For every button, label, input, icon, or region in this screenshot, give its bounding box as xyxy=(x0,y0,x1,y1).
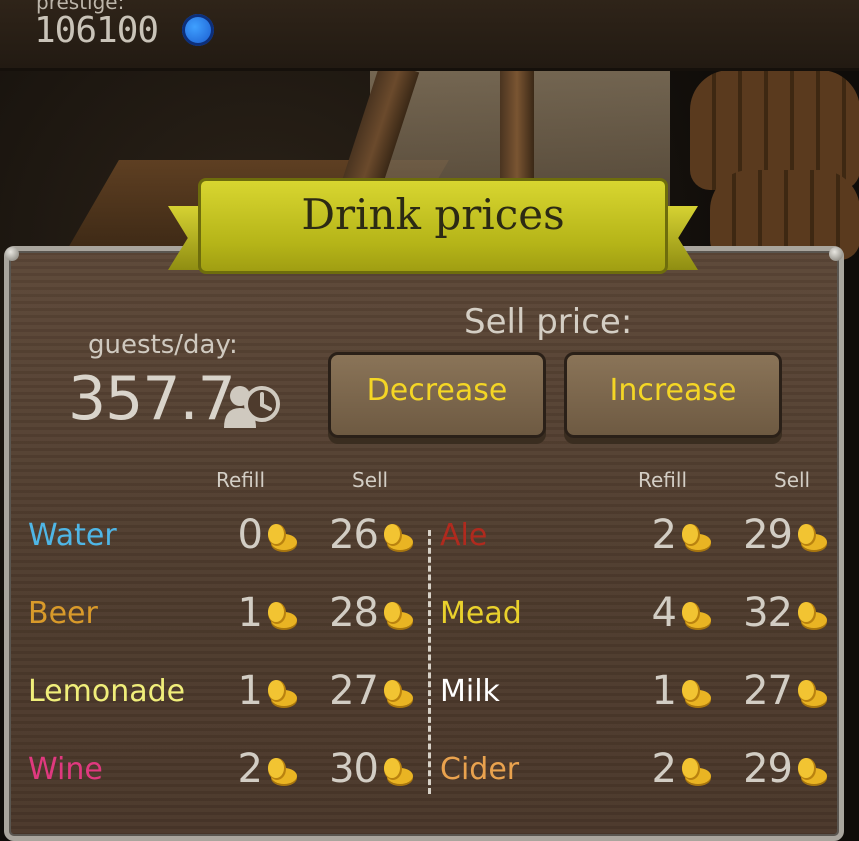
gold-coins-icon xyxy=(384,680,413,708)
refill-price-lemonade: 1 xyxy=(237,668,263,714)
gold-coins-icon xyxy=(682,524,711,552)
guests-per-day-label: guests/day: xyxy=(88,330,238,360)
drink-name-cider: Cider xyxy=(440,752,520,787)
decrease-price-button[interactable]: Decrease xyxy=(328,352,546,438)
refill-price-ale: 2 xyxy=(651,512,677,558)
refill-price-cider: 2 xyxy=(651,746,677,792)
refill-price-wine: 2 xyxy=(237,746,263,792)
left-sell-header: Sell xyxy=(352,468,389,492)
rivet xyxy=(5,247,19,261)
gold-coins-icon xyxy=(798,680,827,708)
title-banner: Drink prices xyxy=(168,178,698,282)
left-refill-header: Refill xyxy=(216,468,266,492)
gold-coins-icon xyxy=(268,602,297,630)
gold-coins-icon xyxy=(268,758,297,786)
drink-name-water: Water xyxy=(28,518,117,553)
refill-price-water: 0 xyxy=(237,512,263,558)
gold-coins-icon xyxy=(798,524,827,552)
column-divider xyxy=(428,530,431,794)
drink-name-beer: Beer xyxy=(28,596,98,631)
increase-price-button[interactable]: Increase xyxy=(564,352,782,438)
sell-price-water: 26 xyxy=(329,512,379,558)
drink-name-wine: Wine xyxy=(28,752,103,787)
prestige-value: 106100 xyxy=(34,10,159,51)
decrease-button-label: Decrease xyxy=(366,373,508,408)
blue-badge-icon xyxy=(182,14,214,46)
gold-coins-icon xyxy=(682,758,711,786)
gold-coins-icon xyxy=(682,680,711,708)
gold-coins-icon xyxy=(268,680,297,708)
gold-coins-icon xyxy=(268,524,297,552)
gold-coins-icon xyxy=(798,758,827,786)
sell-price-beer: 28 xyxy=(329,590,379,636)
gold-coins-icon xyxy=(384,524,413,552)
sell-price-milk: 27 xyxy=(743,668,793,714)
sell-price-label: Sell price: xyxy=(464,302,633,342)
increase-button-label: Increase xyxy=(609,373,737,408)
refill-price-beer: 1 xyxy=(237,590,263,636)
gold-coins-icon xyxy=(384,602,413,630)
refill-price-mead: 4 xyxy=(651,590,677,636)
right-sell-header: Sell xyxy=(774,468,811,492)
gold-coins-icon xyxy=(798,602,827,630)
guests-per-day-clock-icon xyxy=(224,386,280,428)
panel-title: Drink prices xyxy=(301,190,565,239)
rivet xyxy=(829,247,843,261)
gold-coins-icon xyxy=(384,758,413,786)
sell-price-mead: 32 xyxy=(743,590,793,636)
sell-price-ale: 29 xyxy=(743,512,793,558)
sell-price-cider: 29 xyxy=(743,746,793,792)
drink-name-mead: Mead xyxy=(440,596,522,631)
refill-price-milk: 1 xyxy=(651,668,677,714)
sell-price-wine: 30 xyxy=(329,746,379,792)
sell-price-lemonade: 27 xyxy=(329,668,379,714)
drink-name-ale: Ale xyxy=(440,518,488,553)
drink-name-milk: Milk xyxy=(440,674,500,709)
guests-per-day-value: 357.7 xyxy=(68,364,236,434)
gold-coins-icon xyxy=(682,602,711,630)
top-status-bar: prestige: 106100 xyxy=(0,0,859,71)
drink-name-lemonade: Lemonade xyxy=(28,674,186,709)
right-refill-header: Refill xyxy=(638,468,688,492)
